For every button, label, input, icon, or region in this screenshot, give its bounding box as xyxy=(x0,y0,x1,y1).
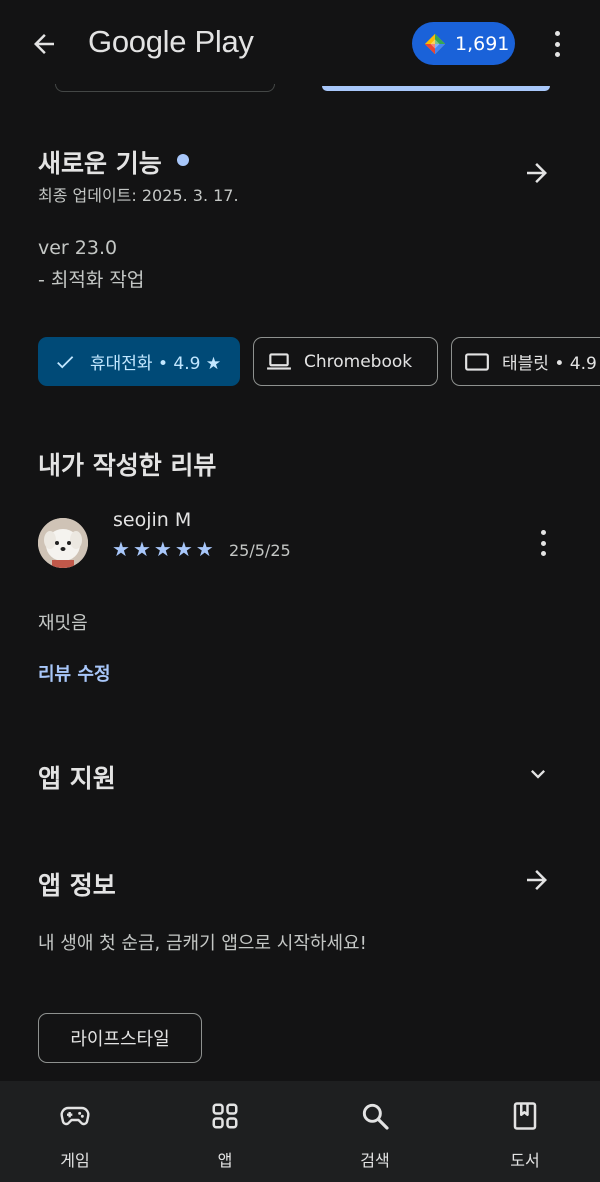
chip-phone[interactable]: 휴대전화 • 4.9 ★ xyxy=(38,337,240,386)
google-play-logo: Google Play xyxy=(88,24,254,59)
star-icon: ★ xyxy=(153,537,172,561)
edit-review-link[interactable]: 리뷰 수정 xyxy=(38,660,111,686)
chip-tablet[interactable]: 태블릿 • 4.9 xyxy=(451,337,600,386)
nav-label: 게임 xyxy=(60,1151,90,1170)
arrow-forward-icon xyxy=(527,163,547,183)
star-icon: ★ xyxy=(195,537,214,561)
play-points-badge[interactable]: 1,691 xyxy=(412,22,515,65)
chip-chromebook[interactable]: Chromebook xyxy=(253,337,438,386)
search-icon xyxy=(358,1099,392,1133)
bottom-navigation: 게임 앱 검색 도서 xyxy=(0,1081,600,1182)
arrow-forward-icon xyxy=(527,870,547,890)
star-icon: ★ xyxy=(174,537,193,561)
release-notes: ver 23.0 - 최적화 작업 xyxy=(38,232,144,296)
chevron-down-icon xyxy=(531,770,545,779)
book-icon xyxy=(508,1099,542,1133)
whats-new-title[interactable]: 새로운 기능 xyxy=(38,144,162,180)
last-updated-text: 최종 업데이트: 2025. 3. 17. xyxy=(38,186,239,205)
app-support-title[interactable]: 앱 지원 xyxy=(38,759,116,795)
release-note-line: - 최적화 작업 xyxy=(38,269,145,291)
star-icon: ★ xyxy=(132,537,151,561)
nav-label: 앱 xyxy=(217,1151,233,1170)
more-options-button[interactable] xyxy=(544,28,570,60)
arrow-back-icon xyxy=(34,34,54,54)
reviewer-name: seojin M xyxy=(113,509,192,531)
apps-grid-icon xyxy=(208,1099,242,1133)
scrolled-button-filled xyxy=(322,86,550,91)
review-more-options-button[interactable] xyxy=(530,526,556,560)
nav-apps[interactable]: 앱 xyxy=(165,1081,285,1182)
tablet-icon xyxy=(464,349,490,375)
check-icon xyxy=(52,349,78,375)
nav-games[interactable]: 게임 xyxy=(15,1081,135,1182)
whats-new-arrow-button[interactable] xyxy=(520,156,554,190)
star-rating: ★ ★ ★ ★ ★ xyxy=(112,538,214,560)
chip-tablet-label: 태블릿 • 4.9 xyxy=(502,354,597,374)
gamepad-icon xyxy=(58,1099,92,1133)
review-date: 25/5/25 xyxy=(229,541,291,560)
nav-books[interactable]: 도서 xyxy=(465,1081,585,1182)
app-info-title[interactable]: 앱 정보 xyxy=(38,866,116,902)
release-note-line: ver 23.0 xyxy=(38,237,118,259)
star-icon: ★ xyxy=(112,537,130,561)
new-indicator-dot xyxy=(177,154,189,166)
my-review-title: 내가 작성한 리뷰 xyxy=(38,451,217,480)
category-tag-button[interactable]: 라이프스타일 xyxy=(38,1013,202,1063)
nav-label: 도서 xyxy=(510,1151,540,1170)
nav-search[interactable]: 검색 xyxy=(315,1081,435,1182)
chip-phone-label: 휴대전화 • 4.9 ★ xyxy=(90,354,222,374)
top-app-bar: Google Play 1,691 xyxy=(0,0,600,92)
avatar xyxy=(38,518,88,568)
points-value: 1,691 xyxy=(455,32,510,55)
scrolled-button-outline xyxy=(55,84,275,92)
play-points-icon xyxy=(424,33,446,54)
app-support-expand-button[interactable] xyxy=(522,758,554,790)
app-description: 내 생애 첫 순금, 금캐기 앱으로 시작하세요! xyxy=(38,933,367,954)
review-text: 재밋음 xyxy=(38,613,88,634)
chip-chromebook-label: Chromebook xyxy=(304,351,413,372)
laptop-icon xyxy=(266,349,292,375)
back-button[interactable] xyxy=(26,26,62,62)
nav-label: 검색 xyxy=(360,1151,390,1170)
app-info-arrow-button[interactable] xyxy=(520,863,554,897)
